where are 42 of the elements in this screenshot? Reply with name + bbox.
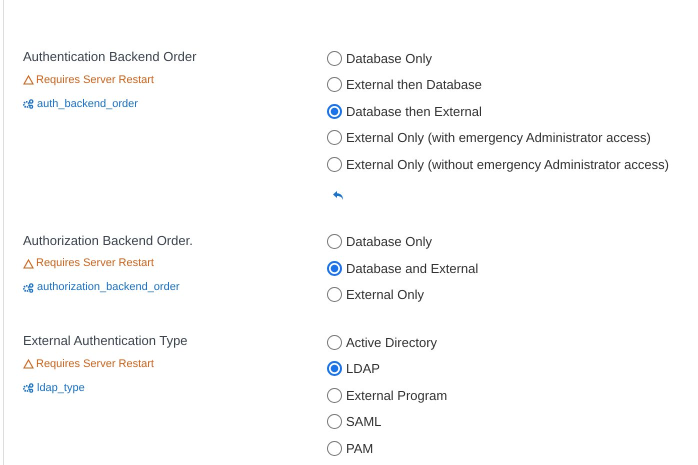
radio-button[interactable] <box>327 361 342 376</box>
radio-button[interactable] <box>327 130 342 146</box>
radio-button[interactable] <box>327 50 342 66</box>
warning-icon <box>23 258 34 268</box>
setting-key-link[interactable]: ldap_type <box>23 380 85 396</box>
radio-button[interactable] <box>327 334 342 350</box>
radio-button[interactable] <box>327 156 342 172</box>
setting-title: Authentication Backend Order <box>23 48 196 66</box>
undo-icon[interactable] <box>333 190 344 200</box>
radio-button[interactable] <box>327 260 342 276</box>
radio-button[interactable] <box>327 388 342 403</box>
radio-button[interactable] <box>327 104 342 119</box>
warning-text: Requires Server Restart <box>36 356 154 372</box>
gears-icon <box>23 99 34 109</box>
radio-button[interactable] <box>327 287 342 302</box>
radio-option[interactable]: External Program <box>327 382 698 408</box>
setting-title: External Authentication Type <box>23 332 188 350</box>
warning-icon <box>23 75 34 85</box>
warning-icon <box>23 359 34 369</box>
radio-button[interactable] <box>327 77 342 92</box>
radio-option[interactable]: External Only (without emergency Administrator access) <box>327 151 698 178</box>
radio-option[interactable]: LDAP <box>327 356 698 382</box>
gears-icon <box>23 383 34 393</box>
radio-option[interactable]: Database and External <box>327 255 698 282</box>
radio-option[interactable]: Database Only <box>327 45 698 72</box>
radio-option[interactable]: Database Only <box>327 228 698 255</box>
setting-key-link[interactable]: authorization_backend_order <box>23 280 180 295</box>
radio-option[interactable]: External Only <box>327 282 698 308</box>
radio-option[interactable]: External then Database <box>327 72 698 98</box>
radio-button[interactable] <box>327 414 342 430</box>
radio-button[interactable] <box>327 440 342 456</box>
radio-option[interactable]: PAM <box>327 435 698 462</box>
radio-option[interactable]: Active Directory <box>327 329 698 356</box>
warning-text: Requires Server Restart <box>36 72 154 88</box>
radio-button[interactable] <box>327 234 342 250</box>
radio-option[interactable]: SAML <box>327 408 698 435</box>
setting-key-link[interactable]: auth_backend_order <box>23 96 138 112</box>
radio-option[interactable]: External Only (with emergency Administrator access) <box>327 124 698 151</box>
setting-title: Authorization Backend Order. <box>23 232 193 250</box>
warning-text: Requires Server Restart <box>36 256 154 271</box>
radio-option[interactable]: Database then External <box>327 98 698 124</box>
gears-icon <box>23 282 34 292</box>
